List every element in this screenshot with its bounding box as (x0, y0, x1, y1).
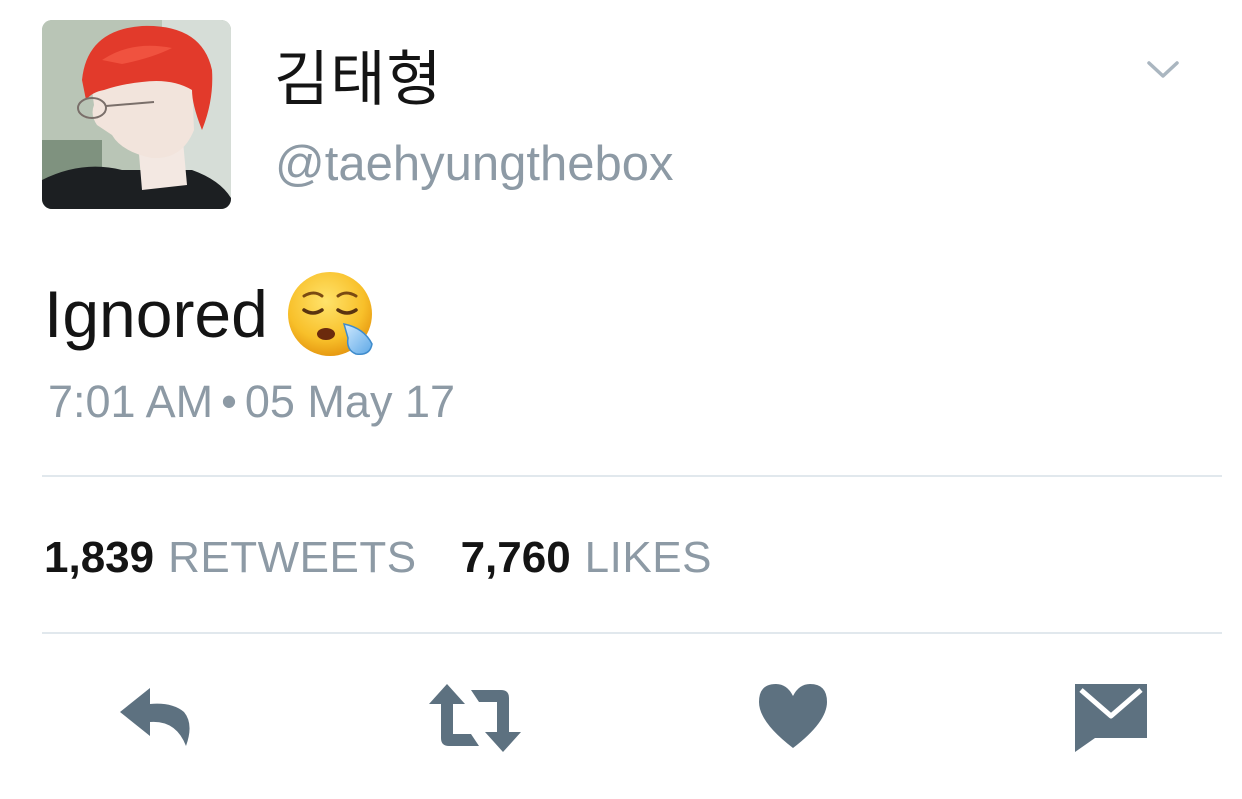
tweet-text: Ignored (44, 268, 378, 360)
like-button[interactable] (757, 682, 829, 750)
divider (42, 632, 1222, 634)
likes-count[interactable]: 7,760 (461, 530, 571, 586)
tweet-stats: 1,839 RETWEETS 7,760 LIKES (44, 530, 712, 586)
chevron-down-icon[interactable] (1145, 56, 1181, 84)
divider (42, 475, 1222, 477)
retweets-label[interactable]: RETWEETS (168, 530, 416, 586)
direct-message-icon (1075, 684, 1147, 752)
tweet-timestamp[interactable]: 7:01 AM • 05 May 17 (48, 375, 455, 429)
tweet-date: 05 May 17 (244, 376, 455, 427)
likes-label[interactable]: LIKES (585, 530, 712, 586)
tweet-card: 김태형 @taehyungthebox Ignored 7:01 AM • 05… (0, 0, 1242, 799)
tweet-time: 7:01 AM (48, 376, 214, 427)
reply-button[interactable] (118, 682, 198, 752)
display-name[interactable]: 김태형 (274, 44, 443, 116)
direct-message-button[interactable] (1073, 682, 1149, 754)
tweet-text-content: Ignored (44, 277, 268, 351)
retweet-button[interactable] (427, 682, 523, 754)
retweets-count[interactable]: 1,839 (44, 530, 154, 586)
user-handle[interactable]: @taehyungthebox (275, 134, 673, 194)
heart-icon (759, 684, 827, 748)
sleepy-face-emoji (286, 268, 378, 360)
retweet-icon (429, 684, 521, 752)
reply-icon (120, 688, 190, 746)
timestamp-separator: • (221, 376, 237, 427)
avatar[interactable] (42, 20, 231, 209)
